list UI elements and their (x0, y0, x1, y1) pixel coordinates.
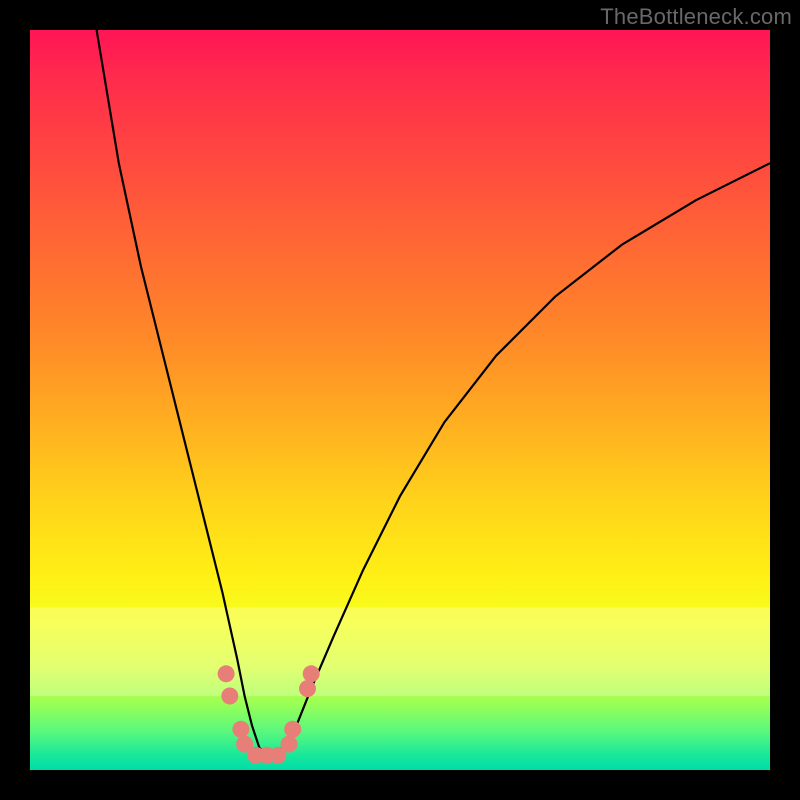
curve-marker (299, 680, 316, 697)
curve-marker (232, 721, 249, 738)
plot-area (30, 30, 770, 770)
curve-marker (218, 665, 235, 682)
curve-marker (221, 688, 238, 705)
chart-frame: TheBottleneck.com (0, 0, 800, 800)
curve-marker (303, 665, 320, 682)
curve-svg (30, 30, 770, 770)
curve-marker (284, 721, 301, 738)
watermark-text: TheBottleneck.com (600, 4, 792, 30)
curve-marker (281, 736, 298, 753)
pale-band (30, 607, 770, 696)
